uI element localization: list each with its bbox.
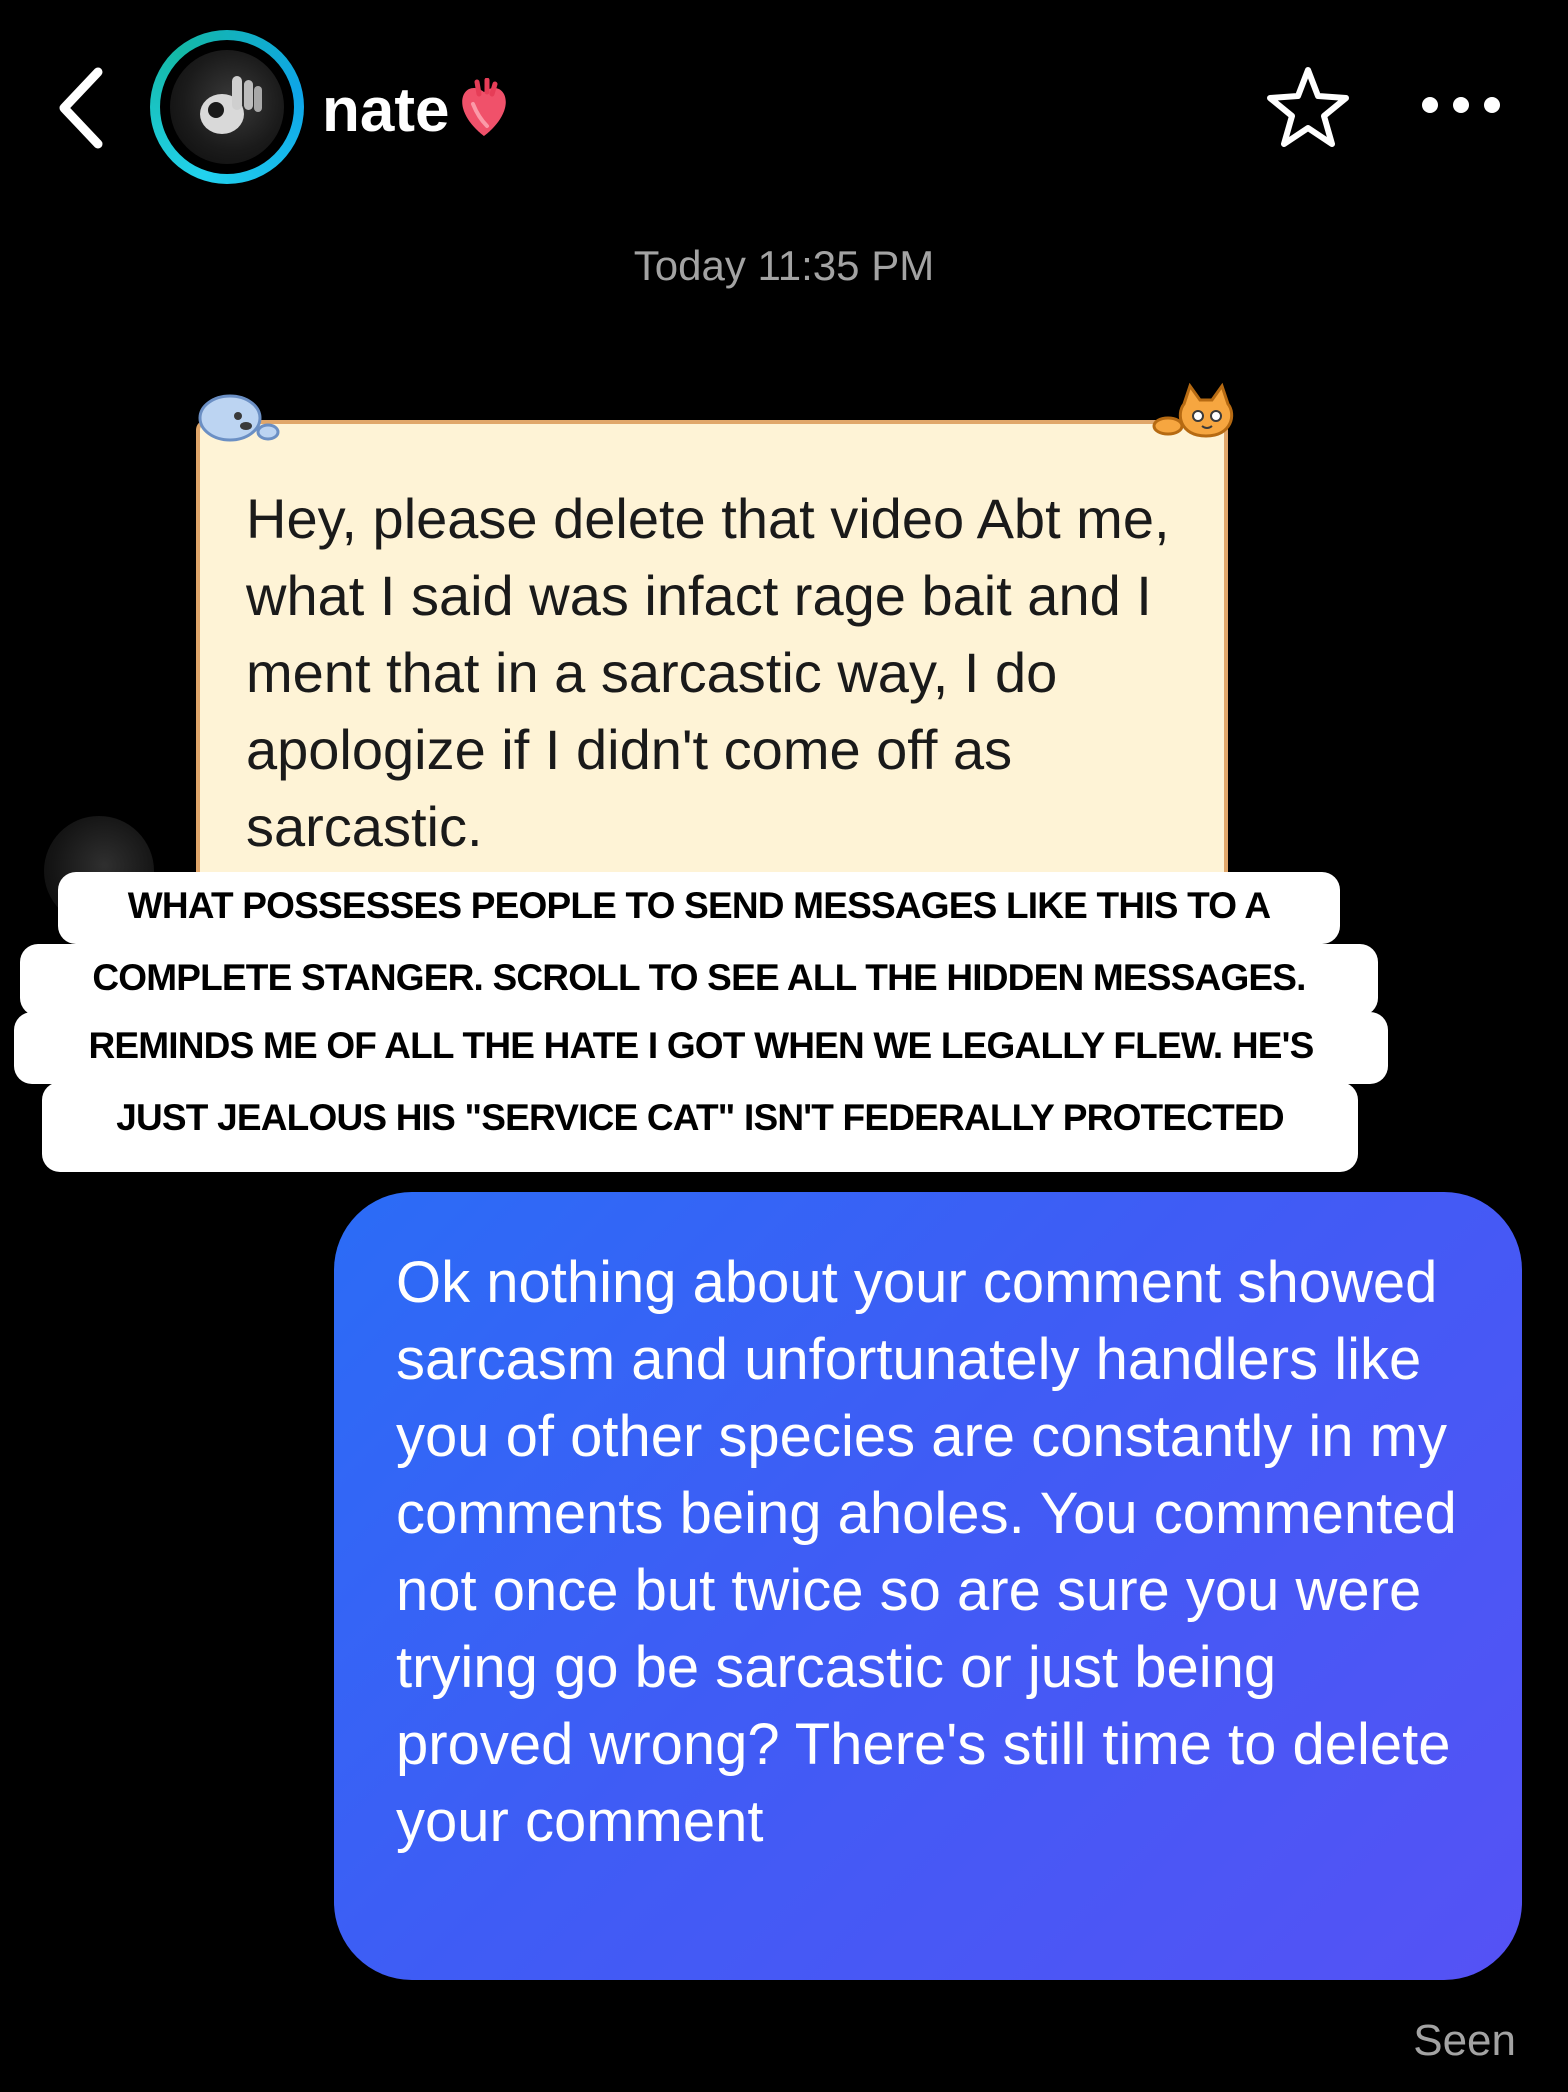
avatar-frame bbox=[160, 40, 294, 174]
chevron-left-icon bbox=[59, 67, 103, 149]
ellipsis-icon bbox=[1422, 97, 1500, 113]
contact-avatar[interactable] bbox=[150, 30, 304, 184]
contact-name[interactable]: nate bbox=[322, 68, 511, 152]
avatar-image bbox=[170, 50, 284, 164]
favorite-button[interactable] bbox=[1262, 62, 1354, 154]
caption-line: COMPLETE STANGER. SCROLL TO SEE ALL THE … bbox=[20, 944, 1378, 1016]
cat-sticker-icon bbox=[1152, 382, 1234, 438]
message-timestamp: Today 11:35 PM bbox=[633, 242, 935, 289]
anatomical-heart-icon bbox=[462, 78, 507, 136]
caption-line: REMINDS ME OF ALL THE HATE I GOT WHEN WE… bbox=[14, 1012, 1388, 1084]
sent-message-text: Ok nothing about your comment showed sar… bbox=[396, 1250, 1457, 1854]
more-options-button[interactable] bbox=[1418, 90, 1504, 120]
caption-line: JUST JEALOUS HIS "SERVICE CAT" ISN'T FED… bbox=[42, 1082, 1358, 1172]
caption-line: WHAT POSSESSES PEOPLE TO SEND MESSAGES L… bbox=[58, 872, 1340, 944]
dog-sticker-icon bbox=[198, 394, 280, 442]
ok-hand-icon bbox=[200, 76, 262, 134]
contact-name-text: nate bbox=[322, 75, 450, 145]
back-button[interactable] bbox=[52, 62, 112, 154]
sent-message-bubble[interactable]: Ok nothing about your comment showed sar… bbox=[334, 1192, 1522, 1980]
received-message-text: Hey, please delete that video Abt me, wh… bbox=[246, 487, 1170, 858]
seen-status: Seen bbox=[1413, 2016, 1516, 2065]
star-outline-icon bbox=[1267, 67, 1349, 147]
